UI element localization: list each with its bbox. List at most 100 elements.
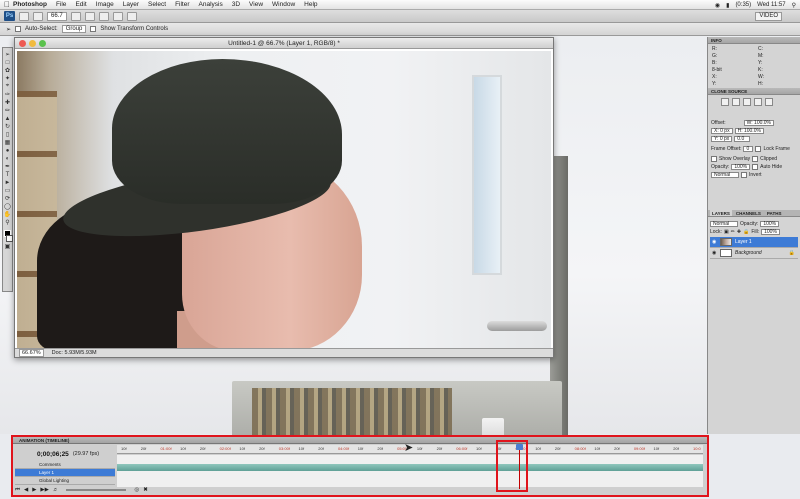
onion-skin-icon[interactable]: ◎ xyxy=(134,487,139,493)
bridge-button[interactable] xyxy=(19,11,29,21)
layer-row-background[interactable]: ◉ Background 🔒 xyxy=(710,248,798,259)
auto-select-checkbox[interactable] xyxy=(15,26,22,32)
timeline-tracks[interactable] xyxy=(117,455,703,487)
zoom-window-button[interactable] xyxy=(39,40,46,47)
close-window-button[interactable] xyxy=(19,40,26,47)
shape-tool-icon[interactable]: ▭ xyxy=(4,187,12,194)
auto-hide-checkbox[interactable] xyxy=(752,164,759,170)
menu-help[interactable]: Help xyxy=(304,1,317,8)
current-timecode[interactable]: 0;00;06;25 xyxy=(37,451,69,458)
move-tool-icon[interactable]: ➢ xyxy=(6,26,11,33)
brush-tool-icon[interactable]: ✏ xyxy=(4,107,12,114)
eyedropper-tool-icon[interactable]: ✑ xyxy=(4,91,12,98)
clone-height-field[interactable]: H: 100.0% xyxy=(734,128,764,134)
clone-x-field[interactable]: X: 0 px xyxy=(711,128,733,134)
play-icon[interactable]: ▶ xyxy=(32,487,36,493)
history-brush-tool-icon[interactable]: ↻ xyxy=(4,123,12,130)
hand-tool-button[interactable] xyxy=(70,11,81,21)
playhead[interactable] xyxy=(515,444,523,489)
marquee-tool-icon[interactable]: □ xyxy=(4,59,12,66)
minimize-window-button[interactable] xyxy=(29,40,36,47)
clone-source-4-icon[interactable] xyxy=(754,98,762,106)
eraser-tool-icon[interactable]: ▯ xyxy=(4,131,12,138)
zoom-level-select[interactable]: 66.7 xyxy=(47,11,67,21)
menu-image[interactable]: Image xyxy=(96,1,114,8)
clone-stamp-tool-icon[interactable]: ▲ xyxy=(4,115,12,122)
background-color-swatch[interactable] xyxy=(6,235,13,242)
menu-app-name[interactable]: Photoshop xyxy=(13,1,47,8)
tab-layers[interactable]: LAYERS xyxy=(710,210,732,216)
path-select-tool-icon[interactable]: ► xyxy=(4,179,12,186)
menu-3d[interactable]: 3D xyxy=(232,1,240,8)
zoom-slider[interactable] xyxy=(66,489,127,491)
timeline-tab[interactable]: ANIMATION (TIMELINE) xyxy=(13,437,707,444)
clone-source-5-icon[interactable] xyxy=(765,98,773,106)
zoom-tool-icon[interactable]: ⚲ xyxy=(4,219,12,226)
wifi-icon[interactable]: ◉ xyxy=(715,2,720,9)
layer-1-duration-bar[interactable] xyxy=(117,464,703,471)
lock-position-icon[interactable]: ✚ xyxy=(737,229,741,235)
clone-angle-field[interactable]: 0.0 xyxy=(734,136,751,142)
3d-orbit-tool-icon[interactable]: ◯ xyxy=(4,203,12,210)
tab-channels[interactable]: CHANNELS xyxy=(734,210,763,216)
document-canvas[interactable] xyxy=(17,51,551,349)
lock-frame-checkbox[interactable] xyxy=(755,146,762,152)
menu-window[interactable]: Window xyxy=(272,1,295,8)
clone-source-2-icon[interactable] xyxy=(732,98,740,106)
clipped-checkbox[interactable] xyxy=(752,156,759,162)
show-transform-checkbox[interactable] xyxy=(90,26,97,32)
spotlight-icon[interactable]: ⚲ xyxy=(792,2,796,9)
menu-layer[interactable]: Layer xyxy=(123,1,139,8)
track-global-lighting[interactable]: Global Lighting xyxy=(15,477,115,485)
clone-width-field[interactable]: W: 100.0% xyxy=(743,120,775,126)
battery-icon[interactable]: ▮ xyxy=(726,2,729,9)
first-frame-icon[interactable]: ⏮ xyxy=(15,487,20,494)
eye-icon[interactable]: ◉ xyxy=(712,239,717,245)
dodge-tool-icon[interactable]: ◐ xyxy=(4,155,12,162)
next-frame-icon[interactable]: ▶▶ xyxy=(40,487,48,493)
track-comments[interactable]: Comments xyxy=(15,461,115,469)
clone-source-1-icon[interactable] xyxy=(721,98,729,106)
menu-edit[interactable]: Edit xyxy=(75,1,86,8)
clone-y-field[interactable]: Y: 0 px xyxy=(711,136,733,142)
layer-opacity-field[interactable]: 100% xyxy=(760,221,780,227)
layer-blend-mode-select[interactable]: Normal xyxy=(710,221,738,227)
audio-icon[interactable]: ♬ xyxy=(53,487,59,493)
type-tool-icon[interactable]: T xyxy=(4,171,12,178)
lasso-tool-icon[interactable]: ✿ xyxy=(4,67,12,74)
doc-size-readout[interactable]: Doc: 5.93M/5.93M xyxy=(52,350,97,356)
tab-paths[interactable]: PATHS xyxy=(765,210,784,216)
quick-mask-icon[interactable]: ▣ xyxy=(4,243,12,250)
quick-select-tool-icon[interactable]: ✦ xyxy=(4,75,12,82)
lock-transparent-icon[interactable]: ▣ xyxy=(724,229,729,235)
track-layer-1[interactable]: Layer 1 xyxy=(15,469,115,477)
blur-tool-icon[interactable]: ● xyxy=(4,147,12,154)
screen-mode-button[interactable] xyxy=(126,11,137,21)
playhead-handle[interactable] xyxy=(515,444,523,450)
crop-tool-icon[interactable]: ⌖ xyxy=(4,83,12,90)
frame-offset-field[interactable]: 0 xyxy=(743,146,754,152)
mini-bridge-button[interactable] xyxy=(33,11,43,21)
menu-file[interactable]: File xyxy=(56,1,66,8)
clone-source-3-icon[interactable] xyxy=(743,98,751,106)
status-zoom-field[interactable]: 66.67% xyxy=(19,349,44,357)
3d-rotate-tool-icon[interactable]: ⟳ xyxy=(4,195,12,202)
gradient-tool-icon[interactable]: ▦ xyxy=(4,139,12,146)
lock-all-icon[interactable]: 🔒 xyxy=(743,229,749,235)
show-overlay-checkbox[interactable] xyxy=(711,156,717,162)
delete-icon[interactable]: ✖ xyxy=(143,487,148,493)
menu-select[interactable]: Select xyxy=(148,1,166,8)
invert-checkbox[interactable] xyxy=(741,172,747,178)
pen-tool-icon[interactable]: ✒ xyxy=(4,163,12,170)
menu-filter[interactable]: Filter xyxy=(175,1,189,8)
move-tool-icon[interactable]: ➢ xyxy=(4,51,12,58)
rotate-view-button[interactable] xyxy=(98,11,109,21)
apple-icon[interactable]:  xyxy=(4,0,13,9)
lock-image-icon[interactable]: ✏ xyxy=(731,229,735,235)
menu-analysis[interactable]: Analysis xyxy=(199,1,223,8)
menu-view[interactable]: View xyxy=(249,1,263,8)
auto-select-dropdown[interactable]: Group xyxy=(61,25,87,33)
zoom-tool-button[interactable] xyxy=(84,11,95,21)
layer-row-layer-1[interactable]: ◉ Layer 1 xyxy=(710,237,798,248)
layer-fill-field[interactable]: 100% xyxy=(761,229,780,235)
